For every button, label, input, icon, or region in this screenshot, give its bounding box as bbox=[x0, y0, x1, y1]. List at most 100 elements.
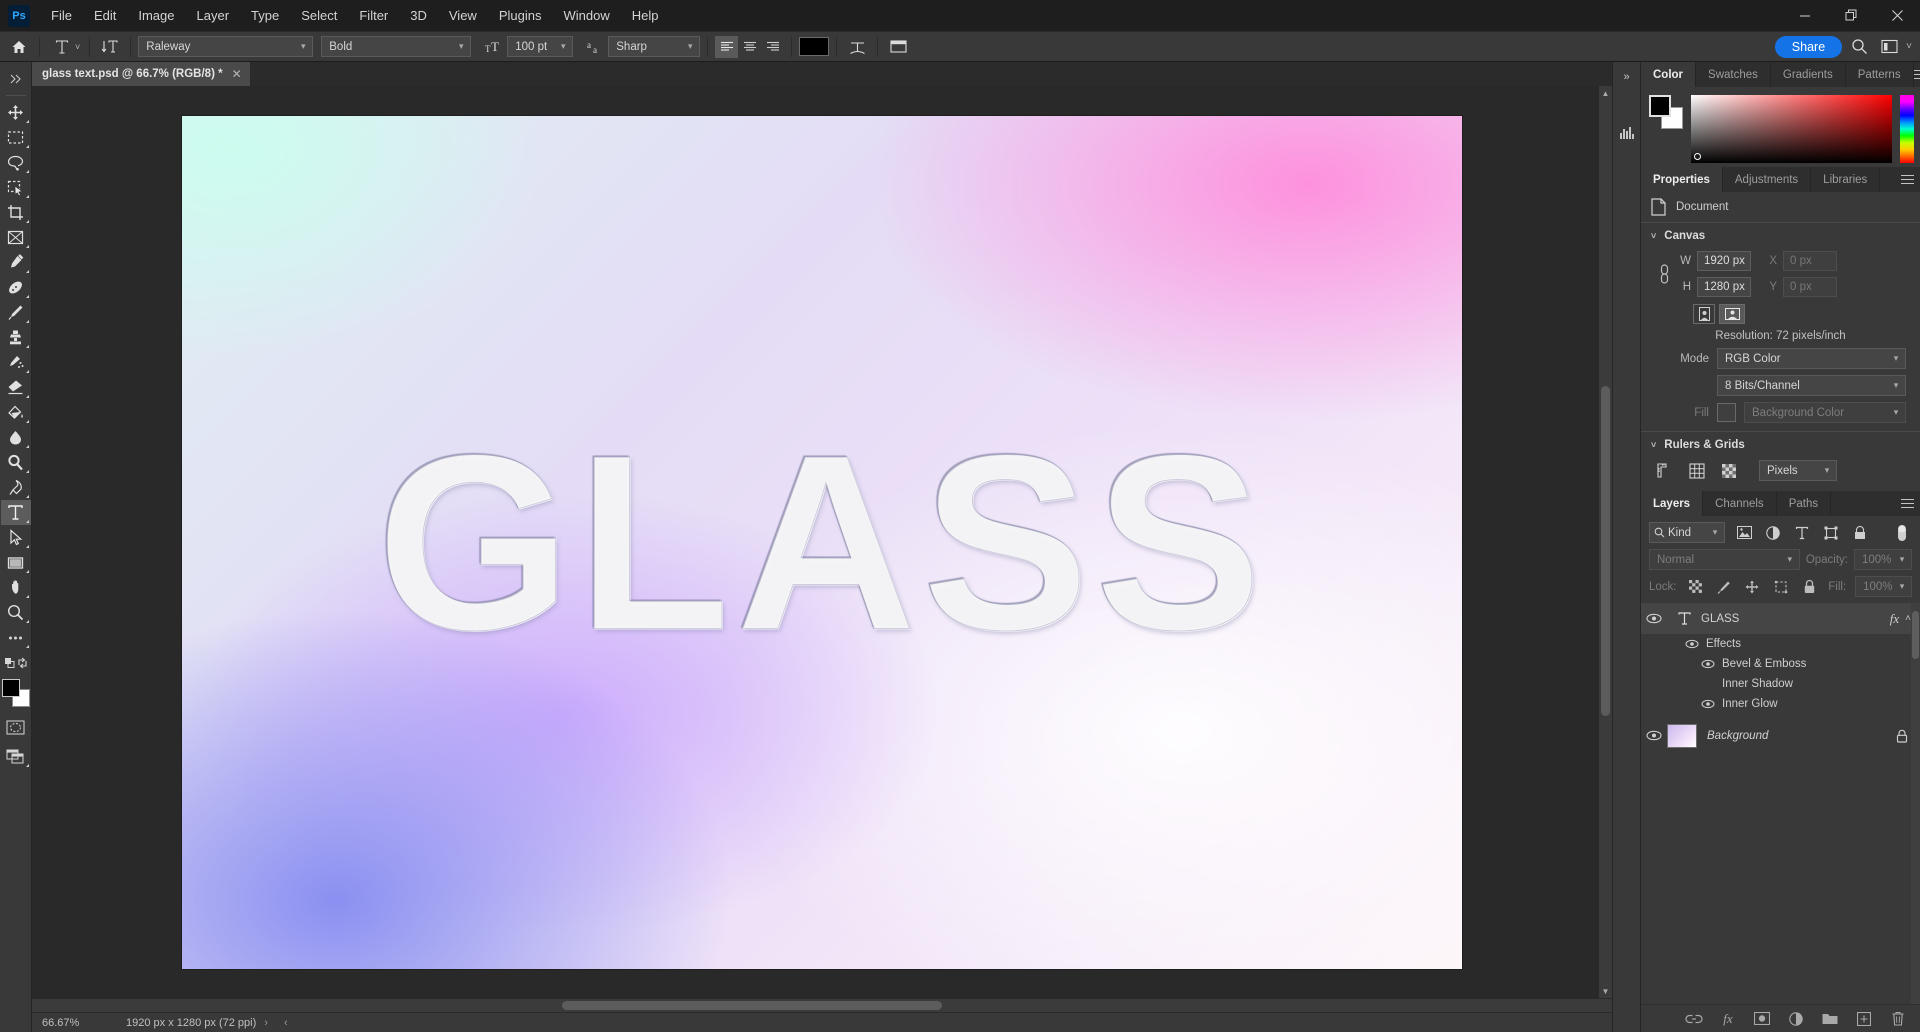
canvas-x-input[interactable]: 0 px bbox=[1783, 251, 1837, 271]
glass-text-layer[interactable]: GLASS bbox=[182, 399, 1462, 686]
layer-name-glass[interactable]: GLASS bbox=[1701, 613, 1890, 625]
document-tab[interactable]: glass text.psd @ 66.7% (RGB/8) * ✕ bbox=[32, 62, 251, 86]
path-selection-tool[interactable] bbox=[1, 525, 31, 550]
menu-window[interactable]: Window bbox=[552, 4, 620, 27]
chevron-down-icon[interactable]: ˅ bbox=[1651, 440, 1656, 450]
rectangle-tool[interactable] bbox=[1, 550, 31, 575]
vertical-scroll-thumb[interactable] bbox=[1601, 386, 1610, 716]
menu-view[interactable]: View bbox=[438, 4, 488, 27]
spot-healing-brush-tool[interactable] bbox=[1, 275, 31, 300]
pen-tool[interactable] bbox=[1, 475, 31, 500]
edit-toolbar-tool[interactable] bbox=[1, 625, 31, 650]
menu-plugins[interactable]: Plugins bbox=[488, 4, 553, 27]
minimize-button[interactable] bbox=[1782, 0, 1828, 31]
lock-image-pixels-icon[interactable] bbox=[1714, 578, 1734, 596]
foreground-background-color[interactable] bbox=[1, 679, 30, 707]
chevron-down-icon[interactable]: ▾ bbox=[1887, 353, 1905, 364]
color-mode-select[interactable]: RGB Color ▾ bbox=[1717, 348, 1906, 369]
color-foreground-swatch[interactable] bbox=[1649, 95, 1671, 117]
create-warped-text-icon[interactable] bbox=[844, 35, 870, 59]
lock-position-icon[interactable] bbox=[1743, 578, 1763, 596]
panel-menu-icon[interactable] bbox=[1894, 167, 1920, 192]
zoom-level[interactable]: 66.67% bbox=[32, 1017, 102, 1029]
text-orientation-icon[interactable] bbox=[97, 35, 123, 59]
rulers-grids-section-header[interactable]: ˅ Rulers & Grids bbox=[1641, 432, 1920, 458]
font-size-input[interactable]: 100 pt ▾ bbox=[507, 36, 574, 57]
tab-channels[interactable]: Channels bbox=[1703, 491, 1777, 516]
canvas-viewport[interactable]: GLASS ▲ ▼ bbox=[32, 86, 1612, 998]
portrait-orientation-icon[interactable] bbox=[1693, 304, 1715, 324]
zoom-tool[interactable] bbox=[1, 600, 31, 625]
adjustment-layers-filter-icon[interactable] bbox=[1763, 524, 1783, 542]
fill-color-swatch[interactable] bbox=[1717, 403, 1736, 422]
add-layer-style-icon[interactable]: fx bbox=[1718, 1010, 1738, 1028]
panel-menu-icon[interactable] bbox=[1913, 62, 1920, 87]
menu-select[interactable]: Select bbox=[290, 4, 348, 27]
text-color-swatch[interactable] bbox=[799, 37, 830, 56]
clone-stamp-tool[interactable] bbox=[1, 325, 31, 350]
chevron-down-icon[interactable]: ▾ bbox=[1818, 465, 1836, 476]
eye-icon[interactable] bbox=[1701, 699, 1715, 709]
fill-select[interactable]: Background Color ▾ bbox=[1744, 402, 1906, 423]
frame-tool[interactable] bbox=[1, 225, 31, 250]
default-colors-swap-icons[interactable] bbox=[1, 650, 31, 675]
menu-type[interactable]: Type bbox=[240, 4, 290, 27]
chevron-down-icon[interactable]: ▾ bbox=[452, 41, 470, 52]
tool-preset-caret[interactable]: ˅ bbox=[75, 42, 80, 52]
eye-icon[interactable] bbox=[1641, 730, 1667, 741]
chevron-down-icon[interactable]: ▾ bbox=[681, 41, 699, 52]
tab-gradients[interactable]: Gradients bbox=[1771, 62, 1846, 87]
status-collapse-icon[interactable]: ‹ bbox=[276, 1017, 296, 1029]
align-left-button[interactable] bbox=[715, 35, 739, 58]
tool-preset-picker[interactable]: ˅ bbox=[47, 35, 82, 59]
layer-row-glass[interactable]: GLASS fx ˄ bbox=[1641, 603, 1920, 634]
rectangular-marquee-tool[interactable] bbox=[1, 125, 31, 150]
tab-libraries[interactable]: Libraries bbox=[1811, 167, 1881, 192]
search-icon[interactable] bbox=[1846, 35, 1872, 59]
blend-mode-select[interactable]: Normal ▾ bbox=[1649, 549, 1800, 570]
history-brush-tool[interactable] bbox=[1, 350, 31, 375]
color-picker-handle[interactable] bbox=[1694, 153, 1701, 160]
canvas-height-input[interactable]: 1280 px bbox=[1697, 277, 1751, 297]
layer-effect-inner-shadow[interactable]: Inner Shadow bbox=[1641, 674, 1920, 694]
layers-list-scrollbar[interactable] bbox=[1911, 603, 1920, 1004]
status-expand-icon[interactable]: › bbox=[256, 1017, 276, 1029]
chevron-down-icon[interactable]: ▾ bbox=[294, 41, 312, 52]
link-dimensions-icon[interactable] bbox=[1655, 262, 1673, 286]
font-family-select[interactable]: Raleway ▾ bbox=[138, 36, 314, 57]
menu-image[interactable]: Image bbox=[127, 4, 185, 27]
hue-slider[interactable] bbox=[1900, 95, 1914, 163]
eraser-tool[interactable] bbox=[1, 375, 31, 400]
layer-effects-fx-icon[interactable]: fx bbox=[1890, 611, 1905, 627]
new-group-icon[interactable] bbox=[1820, 1010, 1840, 1028]
horizontal-type-tool[interactable] bbox=[0, 500, 31, 525]
canvas-y-input[interactable]: 0 px bbox=[1783, 277, 1837, 297]
color-foreground-background[interactable] bbox=[1649, 95, 1683, 129]
shape-layers-filter-icon[interactable] bbox=[1821, 524, 1841, 542]
chevron-down-icon[interactable]: ▾ bbox=[1893, 581, 1911, 592]
expand-toolbar-button[interactable] bbox=[1, 66, 31, 91]
bit-depth-select[interactable]: 8 Bits/Channel ▾ bbox=[1717, 375, 1906, 396]
chevron-down-icon[interactable]: ▾ bbox=[1893, 554, 1911, 565]
eyedropper-tool[interactable] bbox=[1, 250, 31, 275]
new-layer-icon[interactable] bbox=[1854, 1010, 1874, 1028]
rulers-icon[interactable] bbox=[1655, 461, 1675, 481]
layer-thumbnail-background[interactable] bbox=[1667, 723, 1697, 748]
toggle-panels-icon[interactable] bbox=[885, 35, 911, 59]
chevron-down-icon[interactable]: ˅ bbox=[1651, 231, 1656, 241]
histogram-panel-icon[interactable] bbox=[1615, 122, 1639, 144]
layer-effects-group[interactable]: Effects bbox=[1641, 634, 1920, 654]
tab-adjustments[interactable]: Adjustments bbox=[1723, 167, 1812, 192]
eye-icon[interactable] bbox=[1641, 613, 1667, 624]
brush-tool[interactable] bbox=[1, 300, 31, 325]
object-selection-tool[interactable] bbox=[1, 175, 31, 200]
tab-paths[interactable]: Paths bbox=[1777, 491, 1832, 516]
panel-menu-icon[interactable] bbox=[1894, 491, 1920, 516]
lasso-tool[interactable] bbox=[1, 150, 31, 175]
lock-artboard-icon[interactable] bbox=[1771, 578, 1791, 596]
restore-button[interactable] bbox=[1828, 0, 1874, 31]
font-style-select[interactable]: Bold ▾ bbox=[321, 36, 472, 57]
home-icon[interactable] bbox=[6, 35, 32, 59]
align-right-button[interactable] bbox=[761, 36, 784, 58]
layers-scroll-thumb[interactable] bbox=[1912, 611, 1919, 659]
